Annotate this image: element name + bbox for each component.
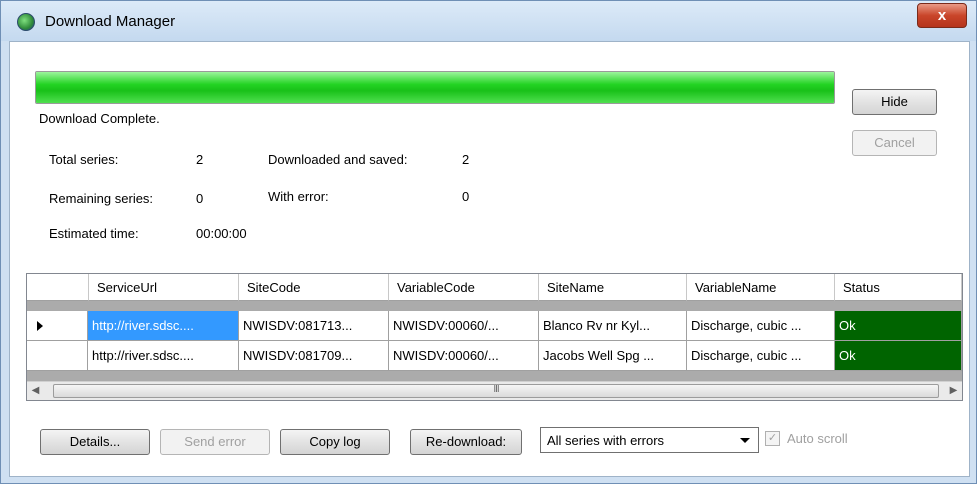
col-header-sitecode[interactable]: SiteCode xyxy=(239,274,389,301)
grid-cell[interactable]: http://river.sdsc.... xyxy=(88,311,239,341)
send-error-button[interactable]: Send error xyxy=(160,429,270,455)
with-error-label: With error: xyxy=(268,189,329,204)
close-icon: x xyxy=(937,7,947,24)
estimated-time-value: 00:00:00 xyxy=(196,226,247,241)
auto-scroll-checkbox[interactable]: ✓ xyxy=(765,431,780,446)
downloaded-saved-value: 2 xyxy=(462,152,470,167)
scroll-thumb[interactable]: III xyxy=(53,384,939,398)
col-header-variablename[interactable]: VariableName xyxy=(687,274,835,301)
scroll-right-icon[interactable]: ▶ xyxy=(945,382,962,400)
grid-cell[interactable]: NWISDV:081713... xyxy=(239,311,389,341)
download-progress-bar xyxy=(35,71,835,104)
estimated-time-label: Estimated time: xyxy=(49,226,139,241)
downloaded-saved-label: Downloaded and saved: xyxy=(268,152,408,167)
grid-cell[interactable]: http://river.sdsc.... xyxy=(88,341,239,371)
current-row-arrow-icon xyxy=(37,321,43,331)
series-grid[interactable]: ServiceUrl SiteCode VariableCode SiteNam… xyxy=(26,273,963,401)
row-header[interactable] xyxy=(27,341,88,371)
grid-cell[interactable]: Jacobs Well Spg ... xyxy=(539,341,687,371)
grid-corner-header xyxy=(27,274,89,301)
grid-cell[interactable]: NWISDV:081709... xyxy=(239,341,389,371)
total-series-label: Total series: xyxy=(49,152,119,167)
grid-cell[interactable]: Discharge, cubic ... xyxy=(687,311,835,341)
redownload-scope-value: All series with errors xyxy=(547,433,665,448)
redownload-button[interactable]: Re-download: xyxy=(410,429,522,455)
scroll-grip: III xyxy=(493,384,499,395)
row-header[interactable] xyxy=(27,311,88,341)
status-message: Download Complete. xyxy=(39,111,160,126)
col-header-serviceurl[interactable]: ServiceUrl xyxy=(89,274,239,301)
cancel-button[interactable]: Cancel xyxy=(852,130,937,156)
window-title: Download Manager xyxy=(45,13,176,30)
grid-cell[interactable]: NWISDV:00060/... xyxy=(389,341,539,371)
col-header-variablecode[interactable]: VariableCode xyxy=(389,274,539,301)
status-cell-ok[interactable]: Ok xyxy=(835,311,962,341)
remaining-series-value: 0 xyxy=(196,191,204,206)
horizontal-scrollbar[interactable]: ◀ III ▶ xyxy=(27,381,962,400)
grid-cell[interactable]: Blanco Rv nr Kyl... xyxy=(539,311,687,341)
app-globe-icon xyxy=(17,13,35,31)
total-series-value: 2 xyxy=(196,152,204,167)
status-cell-ok[interactable]: Ok xyxy=(835,341,962,371)
client-area: Download Complete. Hide Cancel Total ser… xyxy=(9,41,970,477)
auto-scroll-label: Auto scroll xyxy=(787,431,848,446)
download-manager-window: Download Manager x Download Complete. Hi… xyxy=(0,0,977,484)
close-button[interactable]: x xyxy=(917,3,967,28)
remaining-series-label: Remaining series: xyxy=(49,191,154,206)
col-header-sitename[interactable]: SiteName xyxy=(539,274,687,301)
progress-fill xyxy=(36,72,834,103)
chevron-down-icon xyxy=(740,438,750,443)
copy-log-button[interactable]: Copy log xyxy=(280,429,390,455)
col-header-status[interactable]: Status xyxy=(835,274,962,301)
scroll-left-icon[interactable]: ◀ xyxy=(27,382,44,400)
grid-cell[interactable]: Discharge, cubic ... xyxy=(687,341,835,371)
redownload-scope-select[interactable]: All series with errors xyxy=(540,427,759,453)
title-bar[interactable]: Download Manager x xyxy=(1,1,976,41)
hide-button[interactable]: Hide xyxy=(852,89,937,115)
details-button[interactable]: Details... xyxy=(40,429,150,455)
with-error-value: 0 xyxy=(462,189,470,204)
grid-cell[interactable]: NWISDV:00060/... xyxy=(389,311,539,341)
